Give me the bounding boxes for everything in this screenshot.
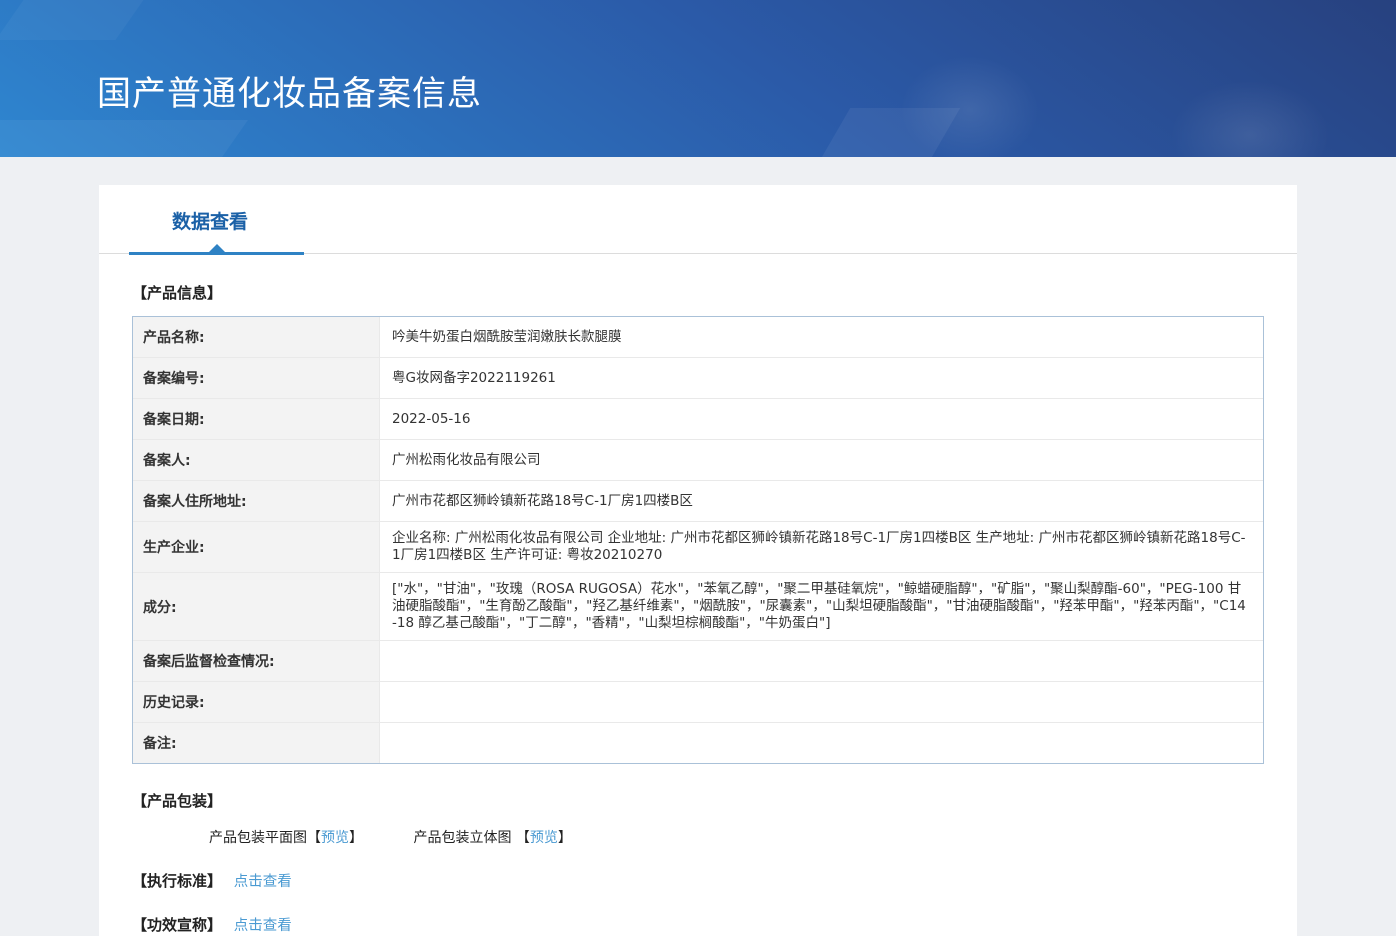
row-label: 产品名称:: [133, 317, 380, 357]
banner-decor-band: [0, 120, 249, 157]
row-label: 备案后监督检查情况:: [133, 641, 380, 681]
page-title: 国产普通化妆品备案信息: [97, 74, 482, 114]
row-label: 备案人住所地址:: [133, 481, 380, 521]
standard-view-link[interactable]: 点击查看: [234, 874, 292, 890]
packaging-3d-label: 产品包装立体图: [413, 830, 516, 846]
row-label: 生产企业:: [133, 522, 380, 572]
table-row: 备案编号: 粤G妆网备字2022119261: [133, 358, 1263, 399]
bracket-close: 】: [557, 830, 572, 846]
table-row: 备案人: 广州松雨化妆品有限公司: [133, 440, 1263, 481]
standard-row: 【执行标准】 点击查看: [132, 870, 1264, 891]
row-value: 吟美牛奶蛋白烟酰胺莹润嫩肤长款腿膜: [392, 328, 622, 345]
packaging-3d-item: 产品包装立体图 【预览】: [413, 830, 571, 846]
row-value: 粤G妆网备字2022119261: [392, 369, 556, 386]
efficacy-view-link[interactable]: 点击查看: [234, 918, 292, 934]
bracket-close: 】: [349, 830, 363, 846]
section-efficacy: 【功效宣称】: [132, 916, 223, 934]
row-value: 企业名称: 广州松雨化妆品有限公司 企业地址: 广州市花都区狮岭镇新花路18号C…: [392, 530, 1246, 563]
row-label: 备注:: [133, 723, 380, 763]
banner-decor-band: [0, 0, 165, 40]
main-card: 数据查看 【产品信息】 产品名称: 吟美牛奶蛋白烟酰胺莹润嫩肤长款腿膜 备案编号…: [99, 185, 1297, 936]
table-row: 成分: ["水"，"甘油"，"玫瑰（ROSA RUGOSA）花水"，"苯氧乙醇"…: [133, 573, 1263, 641]
tab-active-marker: [209, 244, 225, 252]
row-value: 2022-05-16: [392, 410, 471, 427]
tab-data-view[interactable]: 数据查看: [172, 207, 248, 234]
section-packaging: 【产品包装】: [132, 792, 223, 810]
row-value: [380, 723, 1263, 763]
packaging-links-row: 产品包装平面图【预览】 产品包装立体图 【预览】: [209, 827, 1264, 847]
row-label: 备案人:: [133, 440, 380, 480]
row-label: 成分:: [133, 573, 380, 640]
product-info-table: 产品名称: 吟美牛奶蛋白烟酰胺莹润嫩肤长款腿膜 备案编号: 粤G妆网备字2022…: [132, 316, 1264, 764]
row-value: [380, 641, 1263, 681]
row-label: 备案日期:: [133, 399, 380, 439]
packaging-flat-label: 产品包装平面图: [209, 830, 307, 846]
table-row: 备案人住所地址: 广州市花都区狮岭镇新花路18号C-1厂房1四楼B区: [133, 481, 1263, 522]
tab-active-underline: [129, 244, 304, 255]
row-label: 备案编号:: [133, 358, 380, 398]
tab-divider: [99, 244, 1297, 255]
bracket-open: 【: [307, 830, 321, 846]
row-value: 广州市花都区狮岭镇新花路18号C-1厂房1四楼B区: [392, 492, 693, 509]
packaging-3d-preview-link[interactable]: 预览: [530, 830, 558, 846]
row-label: 历史记录:: [133, 682, 380, 722]
row-value: [380, 682, 1263, 722]
table-row: 备案后监督检查情况:: [133, 641, 1263, 682]
page-banner: 国产普通化妆品备案信息: [0, 0, 1396, 157]
table-row: 历史记录:: [133, 682, 1263, 723]
tab-bar: 数据查看: [99, 185, 1297, 256]
section-standard: 【执行标准】: [132, 872, 223, 890]
table-row: 产品名称: 吟美牛奶蛋白烟酰胺莹润嫩肤长款腿膜: [133, 317, 1263, 358]
card-content: 【产品信息】 产品名称: 吟美牛奶蛋白烟酰胺莹润嫩肤长款腿膜 备案编号: 粤G妆…: [99, 282, 1297, 935]
row-value: ["水"，"甘油"，"玫瑰（ROSA RUGOSA）花水"，"苯氧乙醇"，"聚二…: [392, 581, 1246, 631]
table-row: 生产企业: 企业名称: 广州松雨化妆品有限公司 企业地址: 广州市花都区狮岭镇新…: [133, 522, 1263, 573]
efficacy-row: 【功效宣称】 点击查看: [132, 914, 1264, 935]
table-row: 备注:: [133, 723, 1263, 763]
table-row: 备案日期: 2022-05-16: [133, 399, 1263, 440]
banner-decor-glow: [1170, 80, 1330, 157]
section-product-info: 【产品信息】: [132, 284, 223, 302]
bracket-open: 【: [515, 830, 530, 846]
packaging-flat-item: 产品包装平面图【预览】: [209, 830, 363, 846]
row-value: 广州松雨化妆品有限公司: [392, 451, 541, 468]
packaging-flat-preview-link[interactable]: 预览: [321, 830, 349, 846]
